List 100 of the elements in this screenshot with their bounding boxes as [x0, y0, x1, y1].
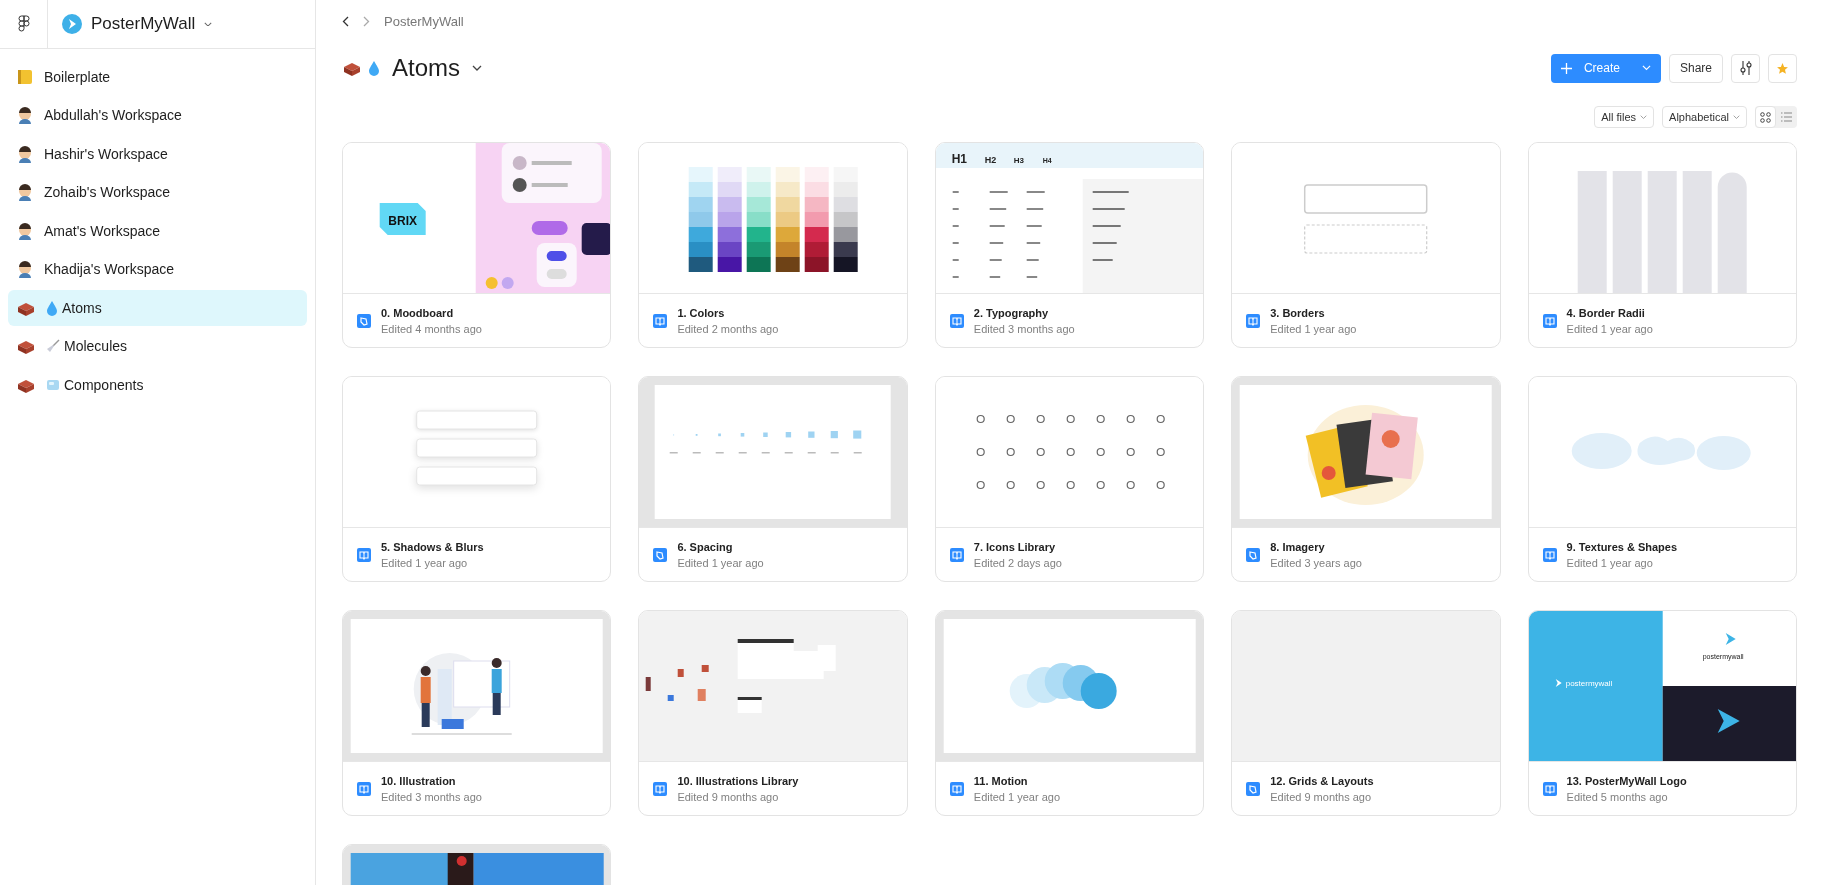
item-label: Khadija's Workspace: [44, 261, 175, 278]
person-icon: [16, 183, 34, 202]
file-card[interactable]: 11. Motion Edited 1 year ago: [934, 610, 1205, 816]
chevron-down-icon: [204, 21, 213, 27]
file-name: 3. Borders: [1270, 306, 1326, 319]
file-card[interactable]: 10. Illustration Edited 3 months ago: [342, 610, 612, 816]
preview-text: BRIX: [388, 214, 418, 228]
file-name: 13. PosterMyWall Logo: [1566, 774, 1687, 787]
item-label: Components: [64, 376, 144, 393]
arrow-logo-icon: [1725, 633, 1736, 645]
back-icon[interactable]: [342, 15, 349, 27]
item-label: Hashir's Workspace: [44, 145, 168, 162]
file-name: 2. Typography: [973, 306, 1050, 319]
edited-time: Edited 1 year ago: [1566, 556, 1654, 569]
filter-dropdown[interactable]: All files: [1594, 106, 1655, 128]
edited-time: Edited 9 months ago: [1270, 790, 1373, 803]
sidebar-item[interactable]: Abdullah's Workspace: [8, 97, 307, 133]
book-icon: [949, 547, 964, 562]
breadcrumb-link[interactable]: PosterMyWall: [384, 13, 464, 29]
edited-time: Edited 4 months ago: [381, 322, 482, 335]
arrow-logo-icon: [1555, 679, 1562, 687]
grid-icon: [1760, 111, 1771, 123]
file-name: 4. Border Radii: [1566, 306, 1646, 319]
person-icon: [16, 106, 34, 125]
person-icon: [16, 221, 34, 240]
file-name: 5. Shadows & Blurs: [381, 540, 484, 553]
book-icon: [1542, 547, 1557, 562]
plus-icon: [1560, 62, 1572, 74]
book-icon: [1246, 313, 1261, 328]
preview-text: H1: [951, 152, 967, 166]
edited-time: Edited 1 year ago: [381, 556, 469, 569]
file-card[interactable]: 10. Illustrations Library Edited 9 months ago: [638, 610, 908, 816]
grid-view-button[interactable]: [1755, 106, 1776, 128]
notebook-icon: [16, 67, 34, 86]
edited-time: Edited 2 months ago: [677, 322, 779, 335]
sidebar-item[interactable]: Amat's Workspace: [8, 213, 307, 249]
file-card[interactable]: 1. Colors Edited 2 months ago: [638, 142, 908, 348]
sidebar-item[interactable]: Hashir's Workspace: [8, 136, 307, 172]
person-icon: [16, 144, 34, 163]
sidebar-item[interactable]: Components: [8, 367, 307, 403]
sidebar-item[interactable]: Boilerplate: [8, 59, 307, 95]
edited-time: Edited 3 months ago: [973, 322, 1075, 335]
file-card[interactable]: BRIX 0. Moodboard Edited 4 months ago: [342, 142, 612, 348]
file-name: 0. Moodboard: [381, 306, 455, 319]
settings-button[interactable]: [1731, 53, 1760, 83]
design-file-icon: [357, 313, 371, 328]
team-logo-icon: [62, 14, 82, 34]
design-file-icon: [653, 547, 668, 562]
file-name: 7. Icons Library: [973, 540, 1057, 553]
file-name: 10. Illustration: [381, 774, 457, 787]
book-icon: [653, 781, 668, 796]
project-title: Atoms: [392, 54, 460, 82]
file-card[interactable]: 7. Icons Library Edited 2 days ago: [934, 376, 1205, 582]
file-card[interactable]: 5. Shadows & Blurs Edited 1 year ago: [342, 376, 612, 582]
edited-time: Edited 9 months ago: [677, 790, 780, 803]
item-label: Abdullah's Workspace: [44, 107, 182, 124]
book-icon: [653, 313, 668, 328]
book-icon: [1542, 781, 1557, 796]
sidebar-item[interactable]: Zohaib's Workspace: [8, 174, 307, 210]
book-icon: [357, 547, 371, 562]
droplet-icon: [46, 299, 58, 316]
file-name: 12. Grids & Layouts: [1270, 774, 1374, 787]
edited-time: Edited 1 year ago: [1566, 322, 1653, 335]
edited-time: Edited 1 year ago: [677, 556, 764, 569]
sidebar-item[interactable]: Atoms: [8, 290, 307, 326]
edited-time: Edited 1 year ago: [1270, 322, 1357, 335]
file-name: 10. Illustrations Library: [677, 774, 799, 787]
item-label: Amat's Workspace: [44, 222, 160, 239]
file-card[interactable]: 3. Borders Edited 1 year ago: [1231, 142, 1501, 348]
item-label: Atoms: [62, 299, 102, 316]
file-name: 9. Textures & Shapes: [1566, 540, 1678, 553]
file-card[interactable]: 9. Textures & Shapes Edited 1 year ago: [1527, 376, 1797, 582]
sidebar-item[interactable]: Khadija's Workspace: [8, 251, 307, 287]
edited-time: Edited 1 year ago: [973, 790, 1061, 803]
file-name: 6. Spacing: [677, 540, 734, 553]
chevron-down-icon: [1640, 114, 1648, 120]
sidebar-item[interactable]: Molecules: [8, 328, 307, 364]
edited-time: Edited 5 months ago: [1566, 790, 1669, 803]
file-name: 11. Motion: [973, 774, 1029, 787]
share-button[interactable]: Share: [1668, 53, 1723, 83]
book-icon: [949, 781, 964, 796]
preview-text: H2: [984, 155, 996, 165]
broom-icon: [46, 339, 60, 354]
preview-text: postermywall: [1565, 679, 1612, 688]
chevron-down-icon: [1733, 114, 1740, 120]
book-icon: [1542, 313, 1557, 328]
file-card[interactable]: 8. Imagery Edited 3 years ago: [1231, 376, 1501, 582]
sliders-icon: [1738, 60, 1753, 76]
team-switcher[interactable]: PosterMyWall: [48, 0, 227, 48]
item-label: Boilerplate: [44, 68, 111, 85]
design-file-icon: [1246, 547, 1261, 562]
design-file-icon: [1246, 781, 1261, 796]
edited-time: Edited 3 years ago: [1270, 556, 1362, 569]
figma-logo-icon[interactable]: [17, 15, 30, 33]
person-icon: [16, 260, 34, 279]
file-card[interactable]: 4. Border Radii Edited 1 year ago: [1527, 142, 1797, 348]
file-card[interactable]: 12. Grids & Layouts Edited 9 months ago: [1231, 610, 1501, 816]
chevron-down-icon: [1641, 65, 1651, 71]
file-card[interactable]: 6. Spacing Edited 1 year ago: [638, 376, 908, 582]
sort-dropdown[interactable]: Alphabetical: [1662, 106, 1747, 128]
